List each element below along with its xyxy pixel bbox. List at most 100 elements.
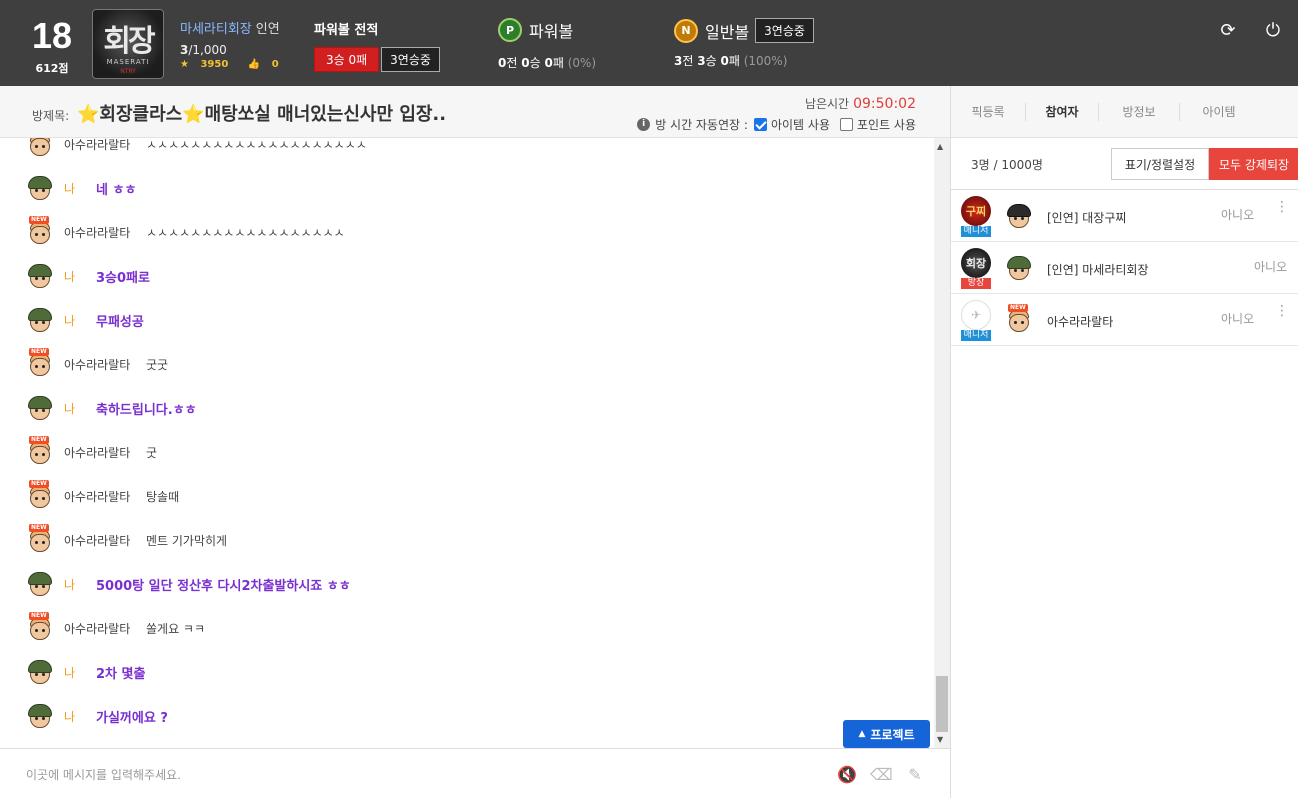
- auto-extend-label: 방 시간 자동연장 :: [655, 118, 748, 132]
- normalball-label: 일반볼: [705, 22, 750, 42]
- like-count: 0: [271, 59, 279, 70]
- character-face-icon: NEW: [26, 612, 54, 642]
- power-icon[interactable]: ⏻: [1262, 20, 1284, 42]
- profile-avatar[interactable]: 회장 MASERATI NTRY: [92, 9, 164, 79]
- top-bar: 18 612점 회장 MASERATI NTRY 마세라티회장 인연 3/1,00…: [0, 0, 1298, 86]
- point-use-checkbox[interactable]: [839, 118, 853, 131]
- message-nick[interactable]: 아수라라랄타: [64, 444, 146, 461]
- soldier-face-icon: [26, 262, 54, 290]
- message-nick[interactable]: 아수라라랄타: [64, 138, 146, 153]
- participant-row[interactable]: 구찌 매니저 [인연] 대장구찌 아니오 ⋮: [951, 190, 1298, 242]
- scroll-thumb[interactable]: [936, 676, 948, 732]
- participant-state: 아니오: [1221, 312, 1255, 326]
- role-badge: 매니저: [961, 330, 991, 341]
- message-nick[interactable]: 아수라라랄타: [64, 356, 146, 373]
- message-text: 굿: [146, 445, 158, 460]
- soldier-face-icon: [26, 174, 54, 202]
- character-face-icon: NEW: [1005, 304, 1033, 334]
- message-text: 3승0패로: [96, 270, 150, 286]
- point-use-label[interactable]: 포인트 사용: [857, 116, 916, 133]
- pb-total-suffix: 전: [506, 56, 518, 70]
- character-face-icon: NEW: [26, 138, 54, 158]
- mute-icon[interactable]: 🔇: [836, 765, 858, 785]
- record-streak: 3연승중: [381, 47, 440, 72]
- participant-name[interactable]: [인연] 대장구찌: [1047, 209, 1126, 226]
- right-panel: 픽등록 참여자 방정보 아이템 3명 / 1000명 표기/정렬설정 모두 강제퇴장 …: [950, 86, 1298, 798]
- message-nick[interactable]: 나: [64, 400, 96, 417]
- chat-log[interactable]: NEW아수라라랄타ㅅㅅㅅㅅㅅㅅㅅㅅㅅㅅㅅㅅㅅㅅㅅㅅㅅㅅㅅㅅ나네 ㅎㅎNEW아수라…: [0, 138, 934, 748]
- message-nick[interactable]: 나: [64, 268, 96, 285]
- participant-avatar-text: 회장: [965, 257, 987, 270]
- message-nick[interactable]: 나: [64, 180, 96, 197]
- participant-state: 아니오: [1221, 208, 1255, 222]
- participant-row[interactable]: ✈ 매니저 NEW 아수라라랄타 아니오 ⋮: [951, 294, 1298, 346]
- participant-avatar[interactable]: 구찌: [961, 196, 991, 226]
- chat-message: NEW 아수라라랄타 탕솔때: [26, 480, 180, 510]
- new-tag: NEW: [29, 216, 49, 224]
- level-box: 18 612점: [16, 16, 88, 76]
- eraser-icon[interactable]: ⌫: [870, 765, 893, 785]
- chat-message: 나 가실꺼에요 ?: [26, 702, 168, 730]
- chat-message: NEW 아수라라랄타ㅅㅅㅅㅅㅅㅅㅅㅅㅅㅅㅅㅅㅅㅅㅅㅅㅅㅅㅅㅅ: [26, 138, 367, 158]
- magic-wand-icon[interactable]: ✎: [904, 765, 926, 785]
- message-input[interactable]: [26, 764, 806, 786]
- profile-avatar-text: 회장: [103, 24, 155, 59]
- sort-settings-button[interactable]: 표기/정렬설정: [1111, 148, 1209, 180]
- participant-state: 아니오: [1254, 260, 1288, 274]
- message-text: 5000탕 일단 정산후 다시2차출발하시죠 ㅎㅎ: [96, 578, 351, 594]
- nb-losses-suffix: 패: [728, 54, 740, 68]
- room-options: i 방 시간 자동연장 : 아이템 사용 포인트 사용: [637, 116, 916, 133]
- kick-all-button[interactable]: 모두 강제퇴장: [1209, 148, 1298, 180]
- message-nick[interactable]: 나: [64, 312, 96, 329]
- tab-1[interactable]: 참여자: [1026, 102, 1099, 121]
- tab-3[interactable]: 아이템: [1180, 103, 1258, 121]
- message-text: ㅅㅅㅅㅅㅅㅅㅅㅅㅅㅅㅅㅅㅅㅅㅅㅅㅅㅅ: [146, 225, 345, 240]
- message-nick[interactable]: 아수라라랄타: [64, 488, 146, 505]
- participant-name[interactable]: [인연] 마세라티회장: [1047, 261, 1149, 278]
- user-info: 마세라티회장 인연 3/1,000 ★ 3950 👍 0: [180, 18, 295, 70]
- scroll-up-icon[interactable]: ▲: [937, 142, 943, 151]
- pb-wins-suffix: 승: [529, 56, 541, 70]
- message-nick[interactable]: 나: [64, 664, 96, 681]
- message-nick[interactable]: 아수라라랄타: [64, 532, 146, 549]
- new-tag: NEW: [29, 436, 49, 444]
- message-nick[interactable]: 나: [64, 576, 96, 593]
- room-title-bar: 방제목: ⭐회장클라스⭐매탕쏘실 매너있는신사만 입장.. 남은시간 09:50:…: [0, 86, 950, 138]
- soldier-face-icon: [26, 658, 54, 686]
- protect-button[interactable]: ▲ 프로젝트: [843, 720, 930, 748]
- caret-up-icon: ▲: [858, 729, 866, 739]
- message-text: 탕솔때: [146, 489, 180, 504]
- message-text: 네 ㅎㅎ: [96, 182, 137, 198]
- remaining-time-value: 09:50:02: [853, 96, 916, 112]
- user-stats: ★ 3950 👍 0: [180, 59, 295, 70]
- protect-label: 프로젝트: [870, 727, 915, 742]
- message-nick[interactable]: 나: [64, 708, 96, 725]
- new-tag: NEW: [29, 524, 49, 532]
- soldier-face-icon: [1005, 254, 1033, 282]
- room-title-label: 방제목:: [32, 109, 70, 123]
- more-options-icon[interactable]: ⋮: [1275, 304, 1289, 318]
- item-use-label[interactable]: 아이템 사용: [771, 116, 830, 133]
- chat-scrollbar[interactable]: ▲ ▼: [934, 138, 950, 748]
- soldier-face-icon: [26, 306, 54, 334]
- participant-row[interactable]: 회장 방장 [인연] 마세라티회장 아니오: [951, 242, 1298, 294]
- normalball-stats: N 일반볼 3연승중 3전 3승 0패 (100%): [674, 18, 814, 69]
- message-text: 무패성공: [96, 314, 144, 330]
- chat-message: NEW 아수라라랄타 ㅅㅅㅅㅅㅅㅅㅅㅅㅅㅅㅅㅅㅅㅅㅅㅅㅅㅅ: [26, 216, 345, 246]
- level-points: 612점: [35, 62, 69, 75]
- normalball-icon: N: [674, 18, 698, 43]
- username[interactable]: 마세라티회장: [180, 22, 252, 37]
- scroll-down-icon[interactable]: ▼: [937, 735, 943, 744]
- info-icon[interactable]: i: [637, 118, 651, 131]
- tab-2[interactable]: 방정보: [1099, 102, 1180, 121]
- message-nick[interactable]: 아수라라랄타: [64, 620, 146, 637]
- more-options-icon[interactable]: ⋮: [1275, 200, 1289, 214]
- new-tag: NEW: [29, 348, 49, 356]
- item-use-checkbox[interactable]: [753, 118, 767, 131]
- participant-avatar[interactable]: 회장: [961, 248, 991, 278]
- participant-avatar[interactable]: ✈: [961, 300, 991, 330]
- refresh-icon[interactable]: ⟳: [1217, 20, 1239, 42]
- participant-name[interactable]: 아수라라랄타: [1047, 313, 1113, 330]
- tab-0[interactable]: 픽등록: [951, 102, 1026, 121]
- message-nick[interactable]: 아수라라랄타: [64, 224, 146, 241]
